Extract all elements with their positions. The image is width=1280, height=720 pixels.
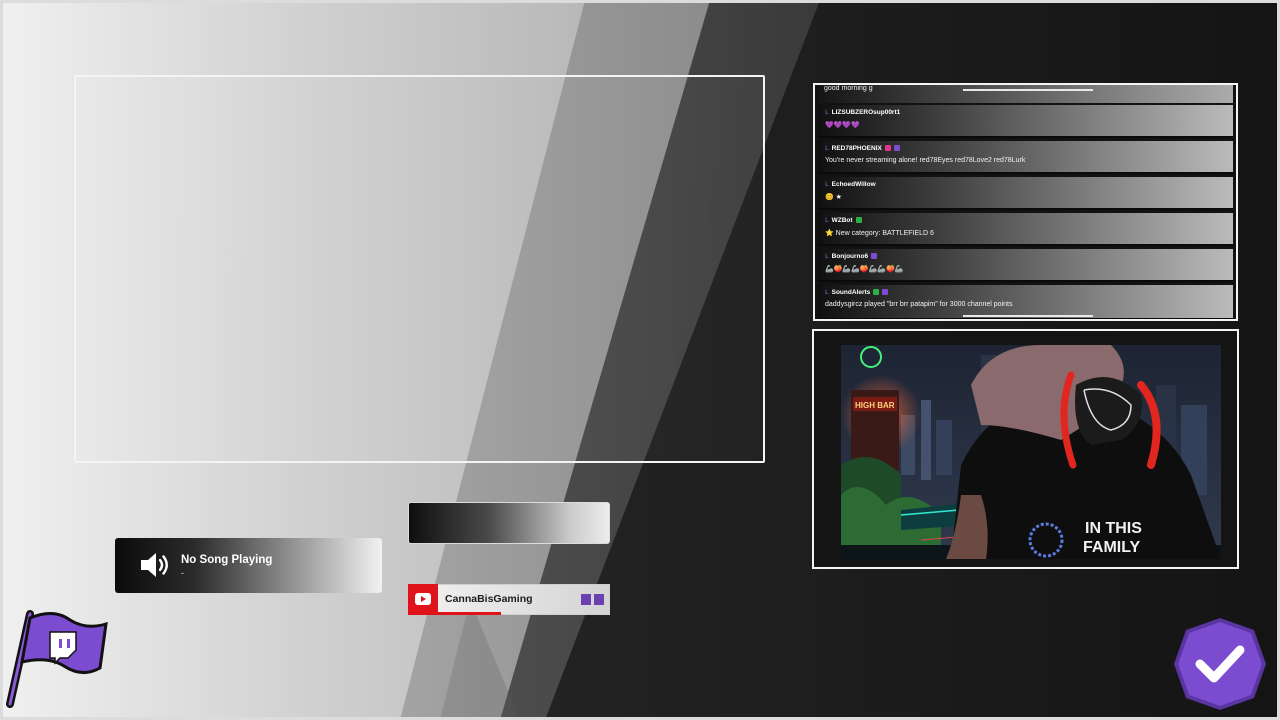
- sub-badge-icon: [871, 253, 878, 259]
- chat-message: ᒪ SoundAlerts daddysgircz played "brr brr…: [818, 285, 1233, 319]
- youtube-channel-name: CannaBisGaming: [445, 593, 533, 605]
- twitch-flag-icon: [6, 610, 108, 708]
- youtube-icon-tile: [408, 584, 438, 615]
- chat-username: Bonjourno6: [831, 252, 869, 260]
- chat-message: ᒪ LIZSUBZEROsup00rt1 💜💜💜💜: [818, 105, 1233, 138]
- chat-scroll-indicator: [963, 89, 1093, 91]
- chat-message: ᒪ Bonjourno6 🦾🍑🦾🦾🍑🦾🦾🍑🦾: [818, 249, 1233, 282]
- webcam-feed: HIGH BAR IN THIS FAMILY: [841, 345, 1221, 559]
- check-badge-icon: [1174, 618, 1266, 710]
- youtube-channel-bar: CannaBisGaming: [408, 584, 610, 615]
- chat-username: LIZSUBZEROsup00rt1: [831, 108, 901, 116]
- chat-username: WZBot: [831, 216, 853, 224]
- youtube-icon: [415, 593, 431, 605]
- chat-message-text: good morning g: [824, 85, 873, 92]
- chat-panel: good morning g ᒪ LIZSUBZEROsup00rt1 💜💜💜💜 …: [813, 83, 1238, 321]
- sub-badge-icon: [581, 594, 591, 605]
- heart-badge-icon: [884, 145, 891, 151]
- sub-badge-icon: [594, 594, 604, 605]
- chat-message-text: ⭐ New category: BATTLEFIELD 6: [825, 230, 934, 237]
- check-badge-small-icon: [873, 289, 880, 295]
- shirt-text-line1: IN THIS: [1085, 520, 1142, 537]
- chat-scroll-indicator: [963, 315, 1093, 317]
- game-capture-frame: [74, 75, 765, 463]
- shirt-text-line2: FAMILY: [1083, 539, 1141, 556]
- chat-username: EchoedWillow: [831, 180, 876, 188]
- chat-message-text: daddysgircz played "brr brr patapim" for…: [825, 301, 1013, 308]
- check-badge-small-icon: [855, 217, 862, 223]
- alert-placeholder-bar: [408, 502, 610, 544]
- now-playing-widget: No Song Playing -: [115, 538, 382, 593]
- now-playing-artist: -: [181, 568, 184, 578]
- chat-message-text: 🦾🍑🦾🦾🍑🦾🦾🍑🦾: [825, 266, 904, 273]
- webcam-frame: HIGH BAR IN THIS FAMILY: [812, 329, 1239, 569]
- neon-sign-text: HIGH BAR: [855, 401, 895, 410]
- chat-top-message: good morning g: [818, 85, 1233, 103]
- sub-badge-icon: [882, 289, 889, 295]
- chat-username: SoundAlerts: [831, 288, 871, 296]
- chat-message: ᒪ RED78PHOENIX You're never streaming alo…: [818, 141, 1233, 174]
- youtube-progress-line: [408, 612, 501, 615]
- chat-message: ᒪ EchoedWillow 😊 ★: [818, 177, 1233, 210]
- sub-badge-icon: [893, 145, 900, 151]
- chat-username: RED78PHOENIX: [831, 144, 882, 152]
- now-playing-title: No Song Playing: [181, 554, 273, 566]
- chat-message-text: 💜💜💜💜: [825, 122, 860, 129]
- speaker-icon: [141, 553, 168, 577]
- chat-message-text: You're never streaming alone! red78Eyes …: [825, 157, 1026, 164]
- chat-message: ᒪ WZBot ⭐ New category: BATTLEFIELD 6: [818, 213, 1233, 246]
- chat-message-text: 😊 ★: [825, 194, 842, 201]
